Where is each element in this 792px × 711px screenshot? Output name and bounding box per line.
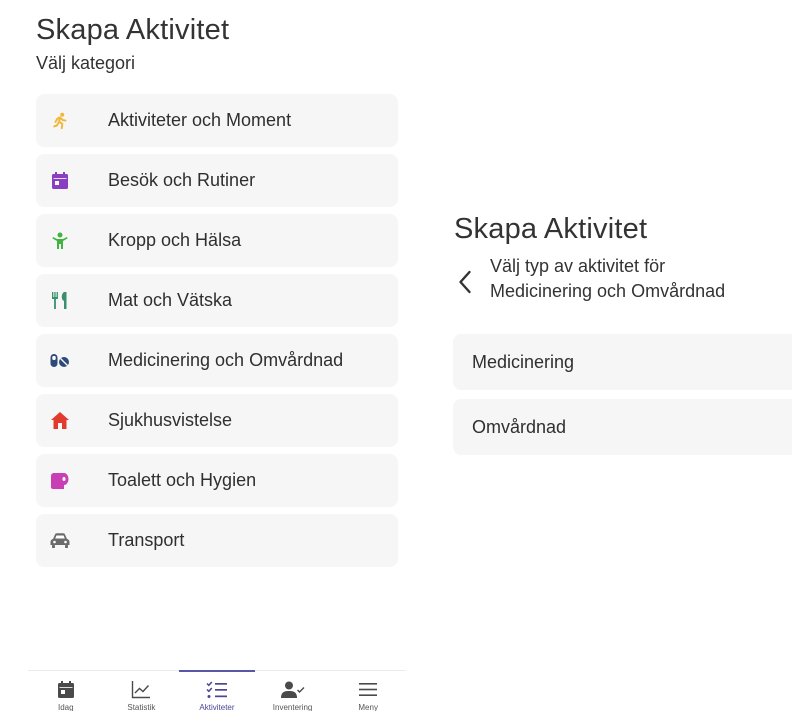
category-item-sjukhus[interactable]: Sjukhusvistelse (36, 394, 398, 447)
nav-item-inventering[interactable]: Inventering (255, 671, 331, 711)
category-screen: Skapa Aktivitet Välj kategori Aktivitete… (0, 0, 406, 711)
category-label: Mat och Vätska (108, 290, 233, 310)
calendar-icon (57, 680, 74, 699)
category-label: Transport (108, 530, 185, 550)
chevron-left-icon (458, 270, 472, 299)
checklist-icon (206, 680, 228, 699)
bottom-navigation: Idag Statistik Aktiviteter Inventering M… (28, 670, 406, 711)
nav-item-aktiviteter[interactable]: Aktiviteter (179, 670, 255, 711)
nav-label: Aktiviteter (199, 703, 235, 711)
category-item-aktiviteter[interactable]: Aktiviteter och Moment (36, 94, 398, 147)
category-list: Aktiviteter och Moment Besök och Rutiner (36, 94, 398, 574)
chart-icon (131, 680, 151, 699)
page-subtitle-line1: Välj typ av aktivitet för (490, 256, 666, 276)
category-item-besok[interactable]: Besök och Rutiner (36, 154, 398, 207)
back-button[interactable] (458, 270, 478, 298)
category-label: Kropp och Hälsa (108, 230, 242, 250)
page-subtitle-line2: Medicinering och Omvårdnad (490, 281, 726, 301)
type-list: Medicinering Omvårdnad (453, 334, 792, 464)
home-icon (50, 411, 70, 431)
nav-label: Inventering (272, 703, 313, 711)
category-label: Aktiviteter och Moment (108, 110, 292, 130)
fork-knife-icon (50, 291, 70, 311)
page-subtitle: Välj kategori (36, 53, 136, 73)
pills-icon (50, 351, 70, 371)
toilet-paper-icon (50, 471, 70, 491)
category-item-mat[interactable]: Mat och Vätska (36, 274, 398, 327)
nav-item-statistik[interactable]: Statistik (104, 671, 180, 711)
category-item-transport[interactable]: Transport (36, 514, 398, 567)
person-check-icon (280, 680, 305, 699)
category-label: Toalett och Hygien (108, 470, 257, 490)
nav-label: Meny (358, 703, 378, 711)
menu-icon (359, 680, 378, 699)
nav-item-idag[interactable]: Idag (28, 671, 104, 711)
child-person-icon (50, 231, 70, 251)
running-person-icon (50, 111, 70, 131)
category-item-toalett[interactable]: Toalett och Hygien (36, 454, 398, 507)
category-label: Medicinering och Omvårdnad (108, 350, 344, 370)
page-title: Skapa Aktivitet (454, 213, 648, 245)
category-item-kropp[interactable]: Kropp och Hälsa (36, 214, 398, 267)
type-screen: Skapa Aktivitet Välj typ av aktivitet fö… (420, 0, 792, 711)
nav-label: Statistik (127, 703, 156, 711)
nav-label: Idag (58, 703, 74, 711)
category-label: Sjukhusvistelse (108, 410, 233, 430)
type-item-medicinering[interactable]: Medicinering (453, 334, 792, 390)
page-title: Skapa Aktivitet (36, 14, 230, 46)
calendar-icon (50, 171, 70, 191)
car-icon (50, 531, 70, 551)
category-item-medicinering[interactable]: Medicinering och Omvårdnad (36, 334, 398, 387)
category-label: Besök och Rutiner (108, 170, 256, 190)
nav-item-meny[interactable]: Meny (330, 671, 406, 711)
type-item-omvardnad[interactable]: Omvårdnad (453, 399, 792, 455)
